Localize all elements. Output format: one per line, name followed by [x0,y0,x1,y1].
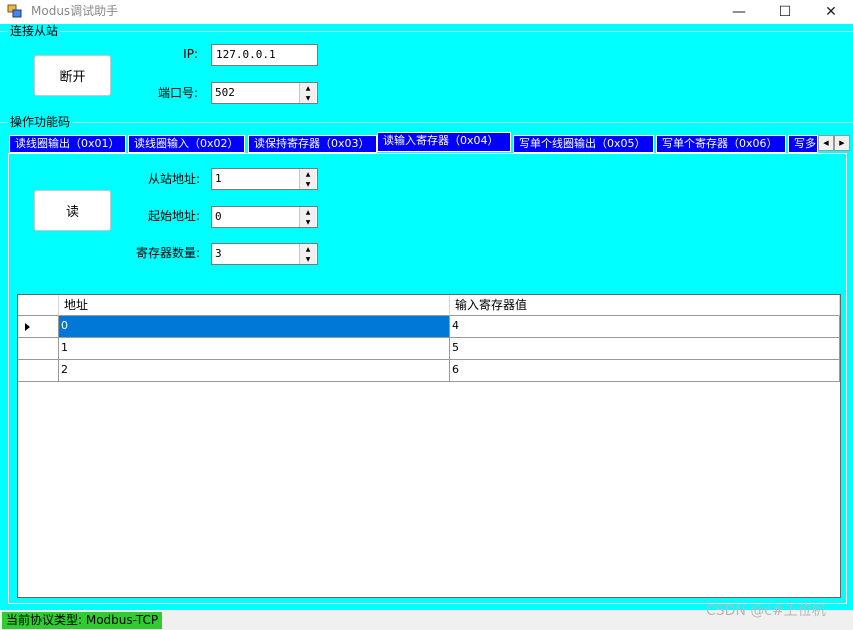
register-count-value: 3 [215,247,222,260]
table-cell-address[interactable]: 2 [59,360,450,382]
grid-corner [18,295,59,316]
tab-read-discrete-inputs[interactable]: 读线圈输入（0x02） [128,135,245,153]
close-icon: ✕ [825,4,837,20]
tab-write-multiple[interactable]: 写多 [788,135,818,153]
table-cell-value[interactable]: 5 [450,338,840,360]
start-down-arrow-icon[interactable]: ▼ [300,217,316,227]
register-grid[interactable]: 地址 输入寄存器值 0 4 1 5 2 6 [17,294,841,598]
disconnect-button[interactable]: 断开 [34,55,111,96]
tab-write-single-coil[interactable]: 写单个线圈输出（0x05） [513,135,654,153]
current-row-arrow-icon [25,323,30,331]
tab-read-holding-registers[interactable]: 读保持寄存器（0x03） [248,135,377,153]
port-value: 502 [215,86,235,99]
watermark: CSDN @c#上位机 [706,603,826,619]
column-header-input-register-value[interactable]: 输入寄存器值 [450,295,840,316]
table-cell-address[interactable]: 0 [59,316,450,338]
maximize-icon: ☐ [778,4,792,20]
ip-label: IP: [183,47,198,61]
port-label: 端口号: [157,86,198,100]
row-header-current[interactable] [18,316,59,338]
read-button[interactable]: 读 [34,190,111,231]
start-address-value: 0 [215,210,222,223]
start-address-label: 起始地址: [147,209,200,223]
close-button[interactable]: ✕ [808,0,853,24]
count-down-arrow-icon[interactable]: ▼ [300,254,316,264]
minimize-icon: — [732,4,746,20]
row-header[interactable] [18,338,59,360]
row-header[interactable] [18,360,59,382]
tab-read-input-registers[interactable]: 读输入寄存器（0x04） [377,132,511,152]
function-group-title: 操作功能码 [8,115,73,129]
tab-scroll-right-icon[interactable]: ▶ [834,135,850,151]
minimize-button[interactable]: — [716,0,762,24]
connect-group-border [0,31,853,32]
tab-scroll-left-icon[interactable]: ◀ [818,135,834,151]
start-address-stepper[interactable]: 0 ▲ ▼ [211,206,318,228]
app-icon [7,3,23,19]
port-down-arrow-icon[interactable]: ▼ [300,93,316,103]
table-cell-value[interactable]: 6 [450,360,840,382]
table-cell-value[interactable]: 4 [450,316,840,338]
slave-down-arrow-icon[interactable]: ▼ [300,179,316,189]
slave-address-stepper[interactable]: 1 ▲ ▼ [211,168,318,190]
function-group-border [0,122,853,123]
table-cell-address[interactable]: 1 [59,338,450,360]
window-title: Modus调试助手 [31,4,119,18]
port-stepper[interactable]: 502 ▲ ▼ [211,82,318,104]
ip-input[interactable]: 127.0.0.1 [211,44,318,66]
tab-read-coils[interactable]: 读线圈输出（0x01） [9,135,126,153]
connect-group-title: 连接从站 [8,24,61,38]
register-count-stepper[interactable]: 3 ▲ ▼ [211,243,318,265]
register-count-label: 寄存器数量: [135,246,200,260]
tab-write-single-register[interactable]: 写单个寄存器（0x06） [656,135,786,153]
column-header-address[interactable]: 地址 [59,295,450,316]
slave-address-label: 从站地址: [147,172,200,186]
maximize-button[interactable]: ☐ [762,0,808,24]
protocol-status-label: 当前协议类型: Modbus-TCP [2,612,163,629]
slave-address-value: 1 [215,172,222,185]
